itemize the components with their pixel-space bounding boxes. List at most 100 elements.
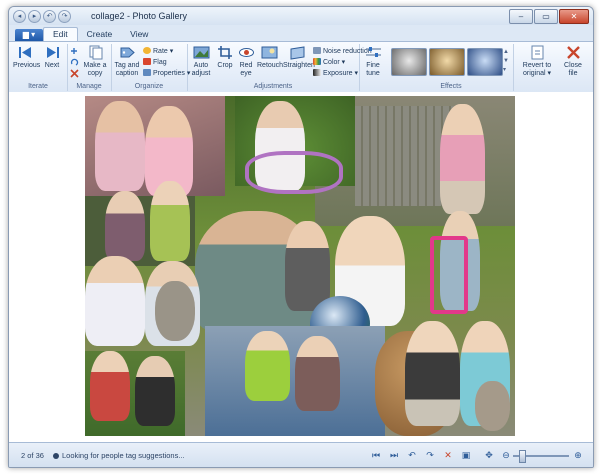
straighten-button[interactable]: Straighten — [283, 45, 315, 70]
properties-icon — [143, 69, 151, 76]
crop-icon — [217, 46, 232, 59]
delete-photo-icon[interactable]: ✕ — [441, 448, 455, 462]
effects-group-label: Effects — [440, 83, 462, 90]
rate-button[interactable]: Rate ▾ — [143, 47, 173, 56]
effect-sepia-thumbnail[interactable] — [429, 48, 465, 76]
adjustments-group-label: Adjustments — [253, 83, 293, 90]
effect-bw-thumbnail[interactable] — [391, 48, 427, 76]
previous-button[interactable]: Previous — [13, 45, 40, 70]
flag-button[interactable]: Flag — [143, 58, 167, 67]
close-file-icon — [566, 46, 580, 59]
minimize-button[interactable]: – — [509, 9, 533, 24]
tab-edit[interactable]: Edit — [43, 27, 78, 41]
red-eye-icon — [238, 48, 254, 57]
red-eye-label: Red eye — [239, 62, 253, 77]
revert-icon — [531, 45, 543, 60]
straighten-label: Straighten — [283, 62, 315, 69]
undo-icon[interactable]: ↶ — [43, 10, 56, 23]
exposure-icon — [313, 69, 321, 76]
retouch-icon — [261, 46, 277, 59]
next-button[interactable]: Next — [40, 45, 64, 70]
effects-scroll-up[interactable]: ▲ — [503, 48, 509, 57]
forward-icon[interactable]: ▸ — [28, 10, 41, 23]
previous-icon — [18, 47, 31, 58]
photo-count: 2 of 36 — [21, 451, 44, 460]
organize-group-label: Organize — [134, 83, 164, 90]
app-menu-button[interactable]: ▆ ▾ — [15, 29, 43, 41]
fine-tune-label: Fine tune — [366, 62, 380, 77]
straighten-icon — [290, 46, 304, 60]
previous-photo-icon[interactable]: ⏮ — [369, 448, 383, 462]
auto-adjust-label: Auto adjust — [191, 62, 211, 77]
back-icon[interactable]: ◂ — [13, 10, 26, 23]
rate-label: Rate — [153, 48, 168, 55]
redo-icon[interactable]: ↷ — [58, 10, 71, 23]
color-button[interactable]: Color ▾ — [313, 58, 345, 67]
collage-photo[interactable] — [85, 96, 515, 436]
rotate-right-icon[interactable]: ↷ — [423, 448, 437, 462]
fine-tune-group: Fine tune — [359, 44, 387, 91]
make-copy-label: Make a copy — [83, 62, 107, 77]
status-bar: 2 of 36 Looking for people tag suggestio… — [9, 442, 593, 467]
copy-icon — [89, 45, 102, 60]
ribbon: Previous Next Iterate Make a copy Manage… — [9, 41, 593, 93]
move-icon[interactable] — [70, 47, 79, 56]
effects-expand[interactable]: ▾ — [503, 66, 506, 75]
star-icon — [143, 47, 151, 54]
ribbon-tabs: ▆ ▾ Edit Create View — [9, 27, 593, 41]
tag-icon — [120, 47, 135, 58]
zoom-out-icon[interactable]: ⊖ — [499, 448, 513, 462]
window-title: collage2 - Photo Gallery — [91, 11, 188, 21]
rotate-left-icon[interactable]: ↶ — [405, 448, 419, 462]
close-window-button[interactable]: ✕ — [559, 9, 589, 24]
tag-caption-label: Tag and caption — [114, 62, 140, 77]
tab-create[interactable]: Create — [78, 28, 122, 41]
retouch-button[interactable]: Retouch — [257, 45, 284, 70]
close-file-button[interactable]: Close file — [559, 45, 587, 78]
effect-cyan-thumbnail[interactable] — [467, 48, 503, 76]
revert-label: Revert to original — [522, 62, 552, 77]
quick-access-toolbar: ◂ ▸ ↶ ↷ — [13, 10, 71, 23]
adjustments-group: Auto adjust Crop Red eye Retouch Straigh… — [187, 44, 372, 91]
noise-reduction-icon — [313, 47, 321, 54]
auto-adjust-button[interactable]: Auto adjust — [189, 45, 213, 78]
exposure-label: Exposure — [323, 70, 353, 77]
fine-tune-button[interactable]: Fine tune — [360, 45, 386, 78]
properties-label: Properties — [153, 70, 185, 77]
auto-adjust-icon — [193, 46, 209, 59]
maximize-button[interactable]: ▭ — [534, 9, 558, 24]
iterate-group-label: Iterate — [28, 83, 48, 90]
zoom-in-icon[interactable]: ⊕ — [571, 448, 585, 462]
red-eye-button[interactable]: Red eye — [237, 45, 255, 78]
effects-group: ▲ ▼ ▾ Effects — [389, 44, 514, 91]
revert-button[interactable]: Revert to original ▾ — [517, 45, 557, 78]
slideshow-icon[interactable]: ▣ — [459, 448, 473, 462]
make-copy-button[interactable]: Make a copy — [81, 45, 109, 78]
window-controls: – ▭ ✕ — [509, 9, 589, 24]
progress-icon — [53, 453, 59, 459]
effects-scroll-down[interactable]: ▼ — [503, 57, 509, 66]
iterate-group: Previous Next Iterate — [9, 44, 68, 91]
exposure-button[interactable]: Exposure ▾ — [313, 69, 358, 78]
crop-label: Crop — [217, 62, 233, 69]
flag-icon — [143, 58, 151, 65]
file-actions-group: Revert to original ▾ Close file — [513, 44, 593, 91]
manage-group: Make a copy Manage — [67, 44, 112, 91]
properties-button[interactable]: Properties ▾ — [143, 69, 190, 78]
status-message-text: Looking for people tag suggestions... — [62, 451, 185, 460]
delete-icon[interactable] — [70, 69, 79, 78]
fit-to-window-icon[interactable]: ✥ — [482, 448, 496, 462]
color-icon — [313, 58, 321, 65]
crop-button[interactable]: Crop — [215, 45, 235, 70]
next-label: Next — [44, 62, 60, 69]
retouch-label: Retouch — [257, 62, 284, 69]
rotate-icon[interactable] — [70, 58, 79, 67]
title-bar: ◂ ▸ ↶ ↷ collage2 - Photo Gallery – ▭ ✕ — [9, 7, 593, 25]
zoom-slider-thumb[interactable] — [519, 450, 526, 463]
next-icon — [46, 47, 59, 58]
next-photo-icon[interactable]: ⏭ — [387, 448, 401, 462]
photo-viewer — [9, 92, 593, 442]
tag-caption-button[interactable]: Tag and caption — [113, 45, 141, 78]
tab-view[interactable]: View — [121, 28, 157, 41]
organize-group: Tag and caption Rate ▾ Flag Properties ▾… — [111, 44, 190, 91]
